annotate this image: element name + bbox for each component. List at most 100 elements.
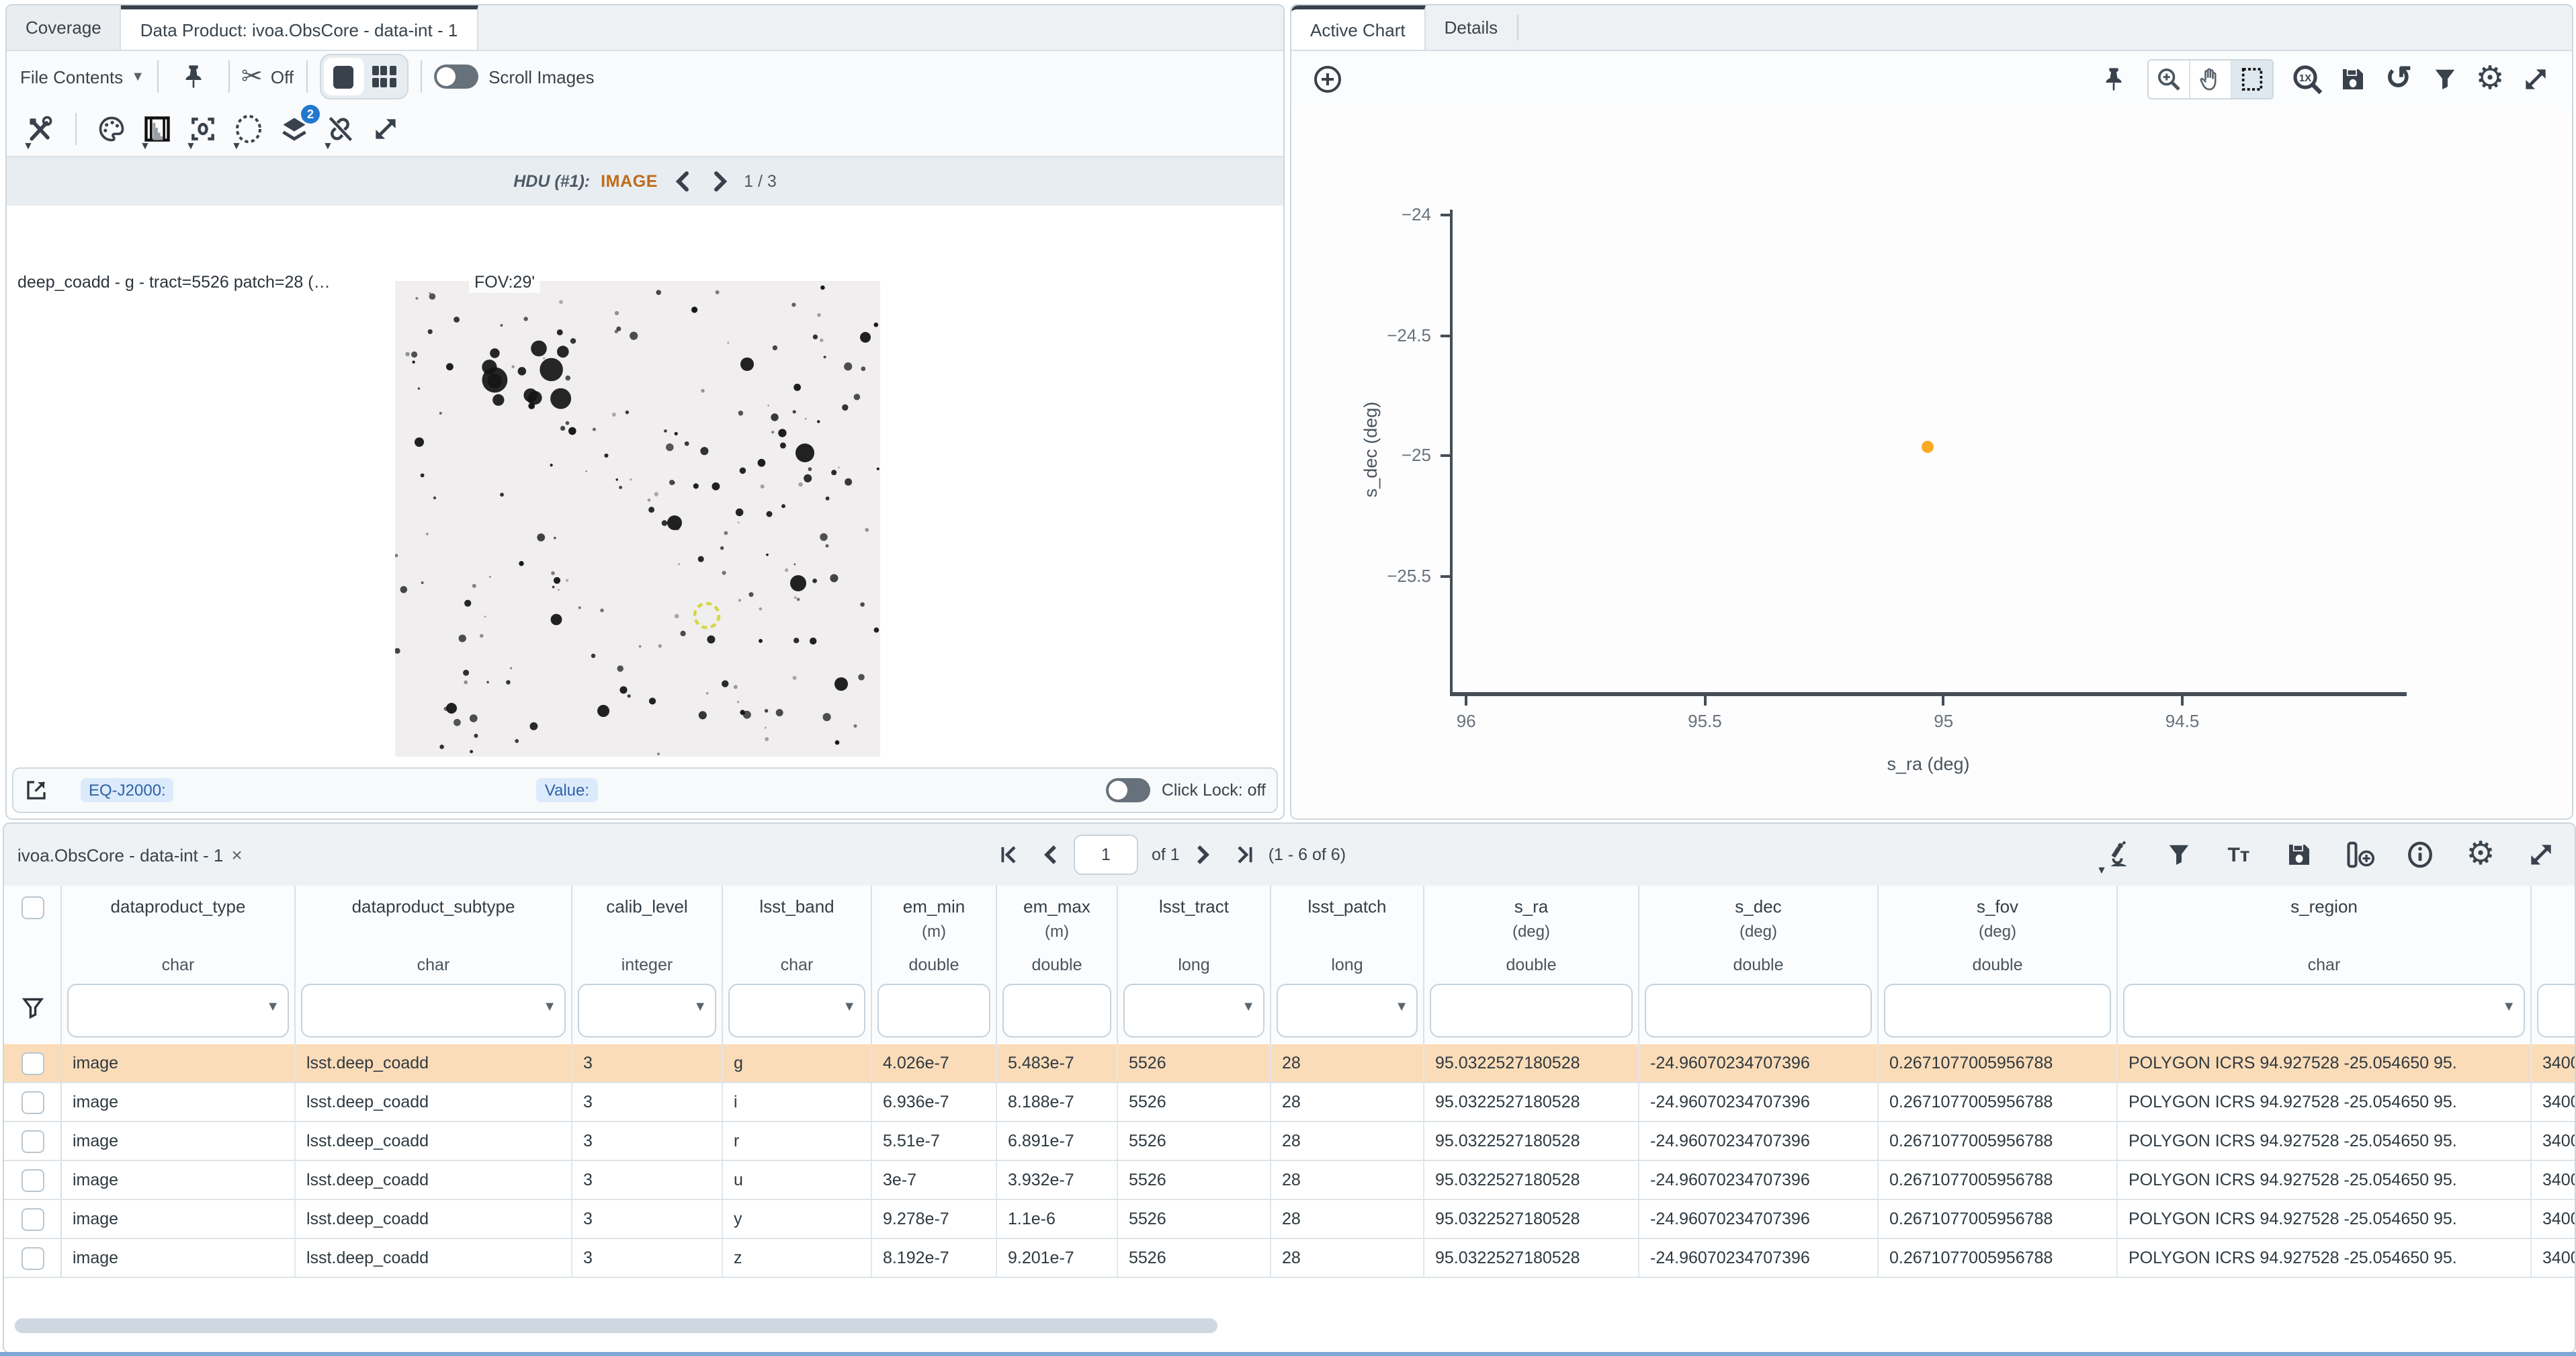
- column-header-calib_level[interactable]: calib_levelinteger▼: [572, 886, 723, 1044]
- column-header-em_min[interactable]: em_min(m)double: [872, 886, 997, 1044]
- filter-chart-icon[interactable]: [2427, 62, 2462, 97]
- color-palette-icon[interactable]: [94, 112, 129, 146]
- image-toolbar-main: File Contents ▼ ✂ Off Scroll Images: [7, 51, 1283, 102]
- data-point[interactable]: [1922, 441, 1934, 453]
- table-row-4[interactable]: imagelsst.deep_coadd3u3e-73.932e-7552628…: [4, 1161, 2575, 1200]
- table-row-1[interactable]: imagelsst.deep_coadd3g4.026e-75.483e-755…: [4, 1044, 2575, 1083]
- row-checkbox[interactable]: [21, 1091, 44, 1113]
- single-image-view-button[interactable]: [323, 58, 363, 95]
- column-filter-input[interactable]: ▼: [67, 984, 289, 1037]
- row-checkbox[interactable]: [21, 1052, 44, 1074]
- row-checkbox[interactable]: [21, 1246, 44, 1269]
- column-filter-input[interactable]: [1430, 984, 1633, 1037]
- column-type: integer: [572, 956, 722, 974]
- column-filter-input[interactable]: [1884, 984, 2111, 1037]
- column-filter-input[interactable]: ▼: [578, 984, 716, 1037]
- select-tool-icon[interactable]: [2232, 60, 2272, 98]
- image-panel: Coverage Data Product: ivoa.ObsCore - da…: [5, 4, 1285, 820]
- last-page-icon[interactable]: [1234, 844, 1255, 865]
- column-header-lsst_patch[interactable]: lsst_patchlong▼: [1271, 886, 1424, 1044]
- cell-em_min: 9.278e-7: [872, 1200, 997, 1238]
- click-lock-toggle[interactable]: [1107, 778, 1151, 802]
- filter-table-icon[interactable]: [2161, 837, 2196, 872]
- column-filter-input[interactable]: ▼: [728, 984, 865, 1037]
- column-filter-input[interactable]: ▼: [2123, 984, 2525, 1037]
- tab-details[interactable]: Details: [1426, 5, 1517, 50]
- image-display-area[interactable]: deep_coadd - g - tract=5526 patch=28 (… …: [7, 206, 1283, 765]
- image-tools-icon[interactable]: ▼: [23, 112, 58, 146]
- table-row-6[interactable]: imagelsst.deep_coadd3z8.192e-79.201e-755…: [4, 1239, 2575, 1278]
- first-page-icon[interactable]: [998, 844, 1020, 865]
- row-checkbox[interactable]: [21, 1207, 44, 1230]
- toggle-knob: [436, 67, 455, 86]
- row-checkbox[interactable]: [21, 1130, 44, 1152]
- restore-chart-icon[interactable]: ↺: [2381, 62, 2416, 97]
- column-header-dataproduct_subtype[interactable]: dataproduct_subtypechar▼: [296, 886, 572, 1044]
- previous-page-icon[interactable]: [1041, 844, 1060, 865]
- stretch-histogram-icon[interactable]: ▼: [140, 112, 175, 146]
- x-axis-line: [1450, 692, 2407, 696]
- tab-active-chart[interactable]: Active Chart: [1291, 5, 1426, 50]
- filter-row-icon[interactable]: [21, 996, 44, 1020]
- table-info-icon[interactable]: [2403, 837, 2438, 872]
- column-filter-input[interactable]: [1002, 984, 1111, 1037]
- bottom-splitter[interactable]: [0, 1352, 2576, 1356]
- expand-chart-icon[interactable]: [2518, 62, 2553, 97]
- pan-tool-icon[interactable]: [2190, 60, 2232, 98]
- grid-image-view-button[interactable]: [363, 58, 404, 95]
- column-filter-input[interactable]: [2537, 984, 2575, 1037]
- chart-settings-gear-icon[interactable]: ⚙: [2473, 62, 2507, 97]
- horizontal-scrollbar[interactable]: [15, 1318, 1217, 1333]
- save-table-icon[interactable]: [2282, 837, 2317, 872]
- popout-icon[interactable]: [24, 778, 48, 802]
- page-number-input[interactable]: [1074, 835, 1138, 875]
- save-chart-icon[interactable]: [2335, 62, 2370, 97]
- scatter-chart[interactable]: −24−24.5−25−25.59695.59594.5s_ra (deg)s_…: [1291, 108, 2572, 818]
- inspect-icon[interactable]: ▼: [2100, 837, 2135, 872]
- crop-toggle[interactable]: ✂ Off: [241, 64, 294, 89]
- expand-table-icon[interactable]: [2524, 837, 2559, 872]
- text-view-icon[interactable]: Tᴛ: [2221, 837, 2256, 872]
- next-page-icon[interactable]: [1193, 844, 1212, 865]
- column-header-s_[interactable]: s_lo: [2532, 886, 2575, 1044]
- file-contents-dropdown[interactable]: File Contents ▼: [20, 67, 144, 87]
- column-filter-input[interactable]: [877, 984, 990, 1037]
- column-header-em_max[interactable]: em_max(m)double: [997, 886, 1118, 1044]
- zoom-original-icon[interactable]: 1X: [2290, 62, 2325, 97]
- zoom-tool-icon[interactable]: [2149, 60, 2190, 98]
- add-chart-icon[interactable]: [1310, 62, 1345, 97]
- unlink-group-icon[interactable]: ▼: [323, 112, 357, 146]
- tab-coverage[interactable]: Coverage: [7, 5, 122, 50]
- recenter-icon[interactable]: ▼: [185, 112, 220, 146]
- column-filter-input[interactable]: [1645, 984, 1872, 1037]
- table-row-3[interactable]: imagelsst.deep_coadd3r5.51e-76.891e-7552…: [4, 1122, 2575, 1161]
- next-hdu-icon[interactable]: [706, 168, 733, 195]
- column-filter-input[interactable]: ▼: [301, 984, 566, 1037]
- column-header-s_dec[interactable]: s_dec(deg)double: [1639, 886, 1879, 1044]
- pin-chart-icon[interactable]: [2096, 62, 2131, 97]
- select-all-checkbox[interactable]: [21, 896, 44, 919]
- table-row-5[interactable]: imagelsst.deep_coadd3y9.278e-71.1e-65526…: [4, 1200, 2575, 1239]
- close-table-icon[interactable]: ×: [231, 844, 242, 865]
- column-header-lsst_tract[interactable]: lsst_tractlong▼: [1118, 886, 1271, 1044]
- column-header-lsst_band[interactable]: lsst_bandchar▼: [723, 886, 872, 1044]
- column-header-s_ra[interactable]: s_ra(deg)double: [1424, 886, 1639, 1044]
- column-header-s_region[interactable]: s_regionchar▼: [2118, 886, 2532, 1044]
- row-checkbox[interactable]: [21, 1169, 44, 1191]
- expand-image-icon[interactable]: [368, 112, 403, 146]
- column-header-s_fov[interactable]: s_fov(deg)double: [1879, 886, 2118, 1044]
- add-column-icon[interactable]: [2342, 837, 2377, 872]
- column-filter-input[interactable]: ▼: [1123, 984, 1264, 1037]
- fits-image[interactable]: [395, 281, 880, 757]
- cell-s_dec: -24.96070234707396: [1639, 1200, 1879, 1238]
- layers-icon[interactable]: 2: [277, 112, 312, 146]
- column-header-dataproduct_type[interactable]: dataproduct_typechar▼: [62, 886, 296, 1044]
- previous-hdu-icon[interactable]: [669, 168, 695, 195]
- tab-data-product[interactable]: Data Product: ivoa.ObsCore - data-int - …: [122, 5, 478, 50]
- select-region-icon[interactable]: ▼: [231, 112, 266, 146]
- pin-image-icon[interactable]: [175, 59, 210, 94]
- scroll-images-toggle[interactable]: [433, 65, 478, 89]
- column-filter-input[interactable]: ▼: [1277, 984, 1418, 1037]
- table-settings-gear-icon[interactable]: ⚙: [2463, 837, 2498, 872]
- table-row-2[interactable]: imagelsst.deep_coadd3i6.936e-78.188e-755…: [4, 1083, 2575, 1122]
